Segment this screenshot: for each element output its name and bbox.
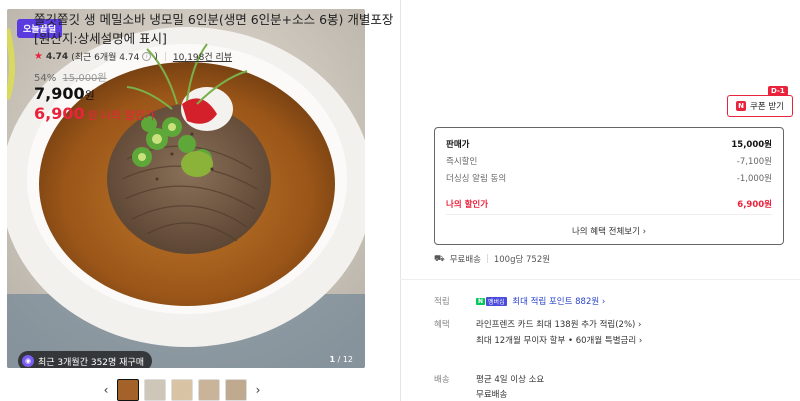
breakdown-row-instant: 즉시할인 -7,100원 bbox=[446, 155, 772, 167]
thumbnail-2[interactable] bbox=[144, 379, 166, 401]
coupon-label: 쿠폰 받기 bbox=[750, 102, 784, 112]
my-price-label: 나의 할인가 bbox=[100, 109, 155, 122]
discount-info: 54% 15,000원 bbox=[34, 69, 107, 84]
bag-icon: ◉ bbox=[22, 355, 34, 367]
thumbnail-1[interactable] bbox=[117, 379, 139, 401]
breakdown-row-alert: 더싱싱 알림 동의 -1,000원 bbox=[446, 172, 772, 184]
breakdown-value: 15,000원 bbox=[731, 140, 772, 150]
info-icon[interactable]: i bbox=[142, 52, 152, 61]
shipping-summary: ⛟ 무료배송 | 100g당 752원 bbox=[434, 253, 551, 266]
naver-membership-badge: N 멤버십 bbox=[476, 297, 507, 306]
repurchase-pill: ◉ 최근 3개월간 352명 재구매 bbox=[18, 351, 153, 368]
membership-badge-label: 멤버십 bbox=[486, 297, 507, 306]
breakdown-label: 즉시할인 bbox=[446, 157, 478, 167]
chevron-right-icon: › bbox=[601, 297, 606, 307]
breakdown-value: -1,000원 bbox=[736, 174, 772, 184]
thumbnail-3[interactable] bbox=[171, 379, 193, 401]
sale-price-won: 원 bbox=[84, 89, 95, 102]
sale-price: 7,900원 bbox=[34, 84, 95, 103]
image-counter-current: 1 bbox=[329, 355, 336, 364]
points-value[interactable]: N 멤버십 최대 적립 포인트 882원 › bbox=[476, 295, 605, 307]
chevron-right-icon[interactable]: › bbox=[252, 383, 264, 397]
thumbnail-4[interactable] bbox=[198, 379, 220, 401]
breakdown-value: 6,900원 bbox=[737, 200, 772, 210]
coupon-button[interactable]: N 쿠폰 받기 bbox=[727, 95, 793, 117]
divider bbox=[446, 214, 772, 215]
delivery-fee: 무료배송 bbox=[476, 390, 508, 400]
breakdown-label: 나의 할인가 bbox=[446, 200, 489, 210]
all-benefits-link[interactable]: 나의 혜택 전체보기 › bbox=[435, 225, 783, 237]
chevron-left-icon[interactable]: ‹ bbox=[100, 383, 112, 397]
thumbnail-5[interactable] bbox=[225, 379, 247, 401]
product-title: 쫄깃쫄깃 생 메밀소바 냉모밀 6인분(생면 6인분+소스 6봉) 개별포장 [… bbox=[34, 12, 394, 46]
points-text: 최대 적립 포인트 882원 bbox=[512, 297, 600, 307]
star-icon: ★ bbox=[34, 51, 43, 62]
breakdown-value: -7,100원 bbox=[736, 157, 772, 167]
divider: | bbox=[485, 254, 489, 264]
review-count-link[interactable]: 10,198건 리뷰 bbox=[173, 50, 232, 63]
thumbnail-strip: ‹ › bbox=[100, 379, 270, 401]
my-price-value: 6,900 bbox=[34, 104, 85, 123]
rating-summary: ★ 4.74 (최근 6개월 4.74 i ) | 10,198건 리뷰 bbox=[34, 50, 232, 63]
image-counter-total: / 12 bbox=[337, 355, 353, 364]
delivery-time: 평균 4일 이상 소요 bbox=[476, 375, 545, 385]
breakdown-label: 더싱싱 알림 동의 bbox=[446, 174, 507, 184]
breakdown-label: 판매가 bbox=[446, 140, 470, 150]
installment-benefit-link[interactable]: 최대 12개월 무이자 할부 • 60개월 특별금리 › bbox=[476, 334, 642, 346]
naver-n-icon: N bbox=[736, 101, 746, 111]
benefit-label: 혜택 bbox=[434, 320, 450, 330]
breakdown-row-mine: 나의 할인가 6,900원 bbox=[446, 198, 772, 210]
my-price-won: 원 bbox=[87, 109, 98, 122]
image-counter: 1 / 12 bbox=[329, 355, 353, 364]
rating-score: 4.74 bbox=[45, 51, 69, 62]
delivery-label: 배송 bbox=[434, 375, 450, 385]
truck-icon: ⛟ bbox=[434, 253, 445, 264]
section-divider bbox=[400, 279, 800, 280]
discount-rate: 54% bbox=[34, 73, 57, 84]
card-benefit-link[interactable]: 라인프렌즈 카드 최대 138원 추가 적립(2%) › bbox=[476, 318, 641, 330]
free-shipping: 무료배송 bbox=[449, 255, 481, 265]
unit-price: 100g당 752원 bbox=[493, 255, 551, 265]
sale-price-value: 7,900 bbox=[34, 84, 85, 103]
points-label: 적립 bbox=[434, 297, 450, 307]
my-discount-price[interactable]: 6,900 원 나의 할인가 ⌃ bbox=[34, 104, 165, 123]
repurchase-text: 최근 3개월간 352명 재구매 bbox=[38, 357, 145, 368]
rating-recent-close: ) bbox=[154, 51, 158, 62]
chevron-up-icon: ⌃ bbox=[157, 112, 166, 122]
divider: | bbox=[163, 51, 167, 62]
price-breakdown-box: 판매가 15,000원 즉시할인 -7,100원 더싱싱 알림 동의 -1,00… bbox=[434, 127, 784, 245]
original-price: 15,000원 bbox=[62, 73, 107, 84]
rating-recent: (최근 6개월 4.74 bbox=[71, 53, 140, 63]
breakdown-row-sale: 판매가 15,000원 bbox=[446, 138, 772, 150]
naver-n-icon: N bbox=[476, 298, 486, 305]
